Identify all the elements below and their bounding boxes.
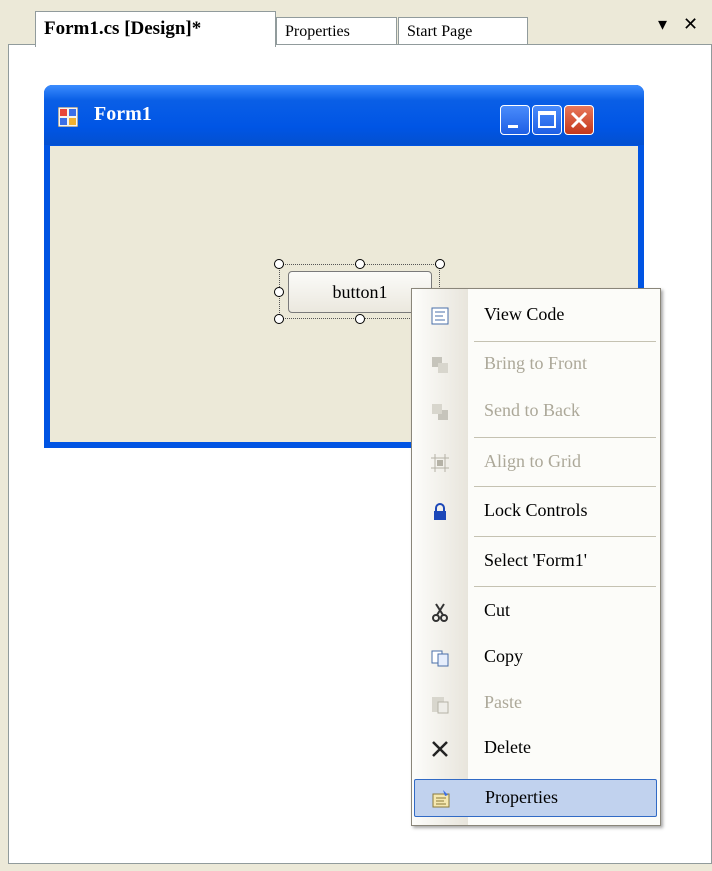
menu-separator: [474, 536, 656, 537]
paste-icon: [432, 697, 449, 714]
menu-item-label: View Code: [484, 304, 565, 324]
resize-handle[interactable]: [274, 259, 284, 269]
menu-item-bring-to-front[interactable]: Bring to Front: [412, 346, 660, 384]
menu-item-label: Send to Back: [484, 400, 580, 420]
menu-separator: [474, 341, 656, 342]
bring-to-front-icon: [432, 357, 448, 373]
menu-item-label: Copy: [484, 646, 524, 666]
menu-separator: [474, 586, 656, 587]
delete-icon: [432, 741, 448, 757]
menu-item-label: Lock Controls: [484, 500, 588, 520]
menu-item-label: Properties: [485, 787, 558, 807]
menu-item-paste[interactable]: Paste: [412, 685, 660, 723]
form-title: Form1: [94, 103, 152, 125]
view-code-icon: [431, 307, 449, 325]
minimize-icon: [508, 125, 518, 128]
resize-handle[interactable]: [435, 259, 445, 269]
lock-icon: [434, 503, 446, 520]
menu-item-properties[interactable]: Properties: [414, 779, 657, 817]
menu-separator: [474, 486, 656, 487]
menu-item-label: Select 'Form1': [484, 550, 587, 570]
resize-handle[interactable]: [355, 259, 365, 269]
menu-item-view-code[interactable]: View Code: [412, 297, 660, 335]
tab-start-page[interactable]: Start Page: [398, 17, 528, 46]
document-tab-strip: Form1.cs [Design]* Properties Start Page…: [0, 0, 712, 47]
properties-icon: [432, 790, 450, 808]
tab-form1-design[interactable]: Form1.cs [Design]*: [35, 11, 276, 47]
menu-item-label: Bring to Front: [484, 353, 588, 373]
context-menu: View Code Bring to Front Send to Back Al…: [411, 288, 661, 826]
tab-properties[interactable]: Properties: [276, 17, 397, 46]
close-x-icon: [570, 111, 588, 129]
scissors-icon: [432, 603, 448, 622]
menu-item-copy[interactable]: Copy: [412, 639, 660, 677]
maximize-button[interactable]: [532, 105, 562, 135]
maximize-icon: [538, 111, 556, 128]
copy-icon: [431, 650, 449, 667]
minimize-button[interactable]: [500, 105, 530, 135]
menu-item-label: Cut: [484, 600, 511, 620]
menu-item-send-to-back[interactable]: Send to Back: [412, 393, 660, 431]
resize-handle[interactable]: [274, 287, 284, 297]
menu-item-label: Paste: [484, 692, 522, 712]
resize-handle[interactable]: [274, 314, 284, 324]
close-icon[interactable]: ✕: [683, 14, 698, 35]
close-button[interactable]: [564, 105, 594, 135]
tab-dropdown-icon[interactable]: ▾: [658, 14, 667, 35]
send-to-back-icon: [432, 404, 448, 420]
menu-item-delete[interactable]: Delete: [412, 730, 660, 768]
align-to-grid-icon: [431, 454, 449, 472]
menu-item-lock-controls[interactable]: Lock Controls: [412, 493, 660, 531]
menu-item-label: Align to Grid: [484, 451, 581, 471]
resize-handle[interactable]: [355, 314, 365, 324]
menu-item-cut[interactable]: Cut: [412, 593, 660, 631]
menu-item-select-form1[interactable]: Select 'Form1': [412, 543, 660, 581]
form-titlebar[interactable]: Form1: [44, 85, 644, 145]
menu-item-label: Delete: [484, 737, 531, 757]
form-icon: [58, 107, 78, 127]
menu-separator: [474, 437, 656, 438]
menu-item-align-to-grid[interactable]: Align to Grid: [412, 444, 660, 482]
